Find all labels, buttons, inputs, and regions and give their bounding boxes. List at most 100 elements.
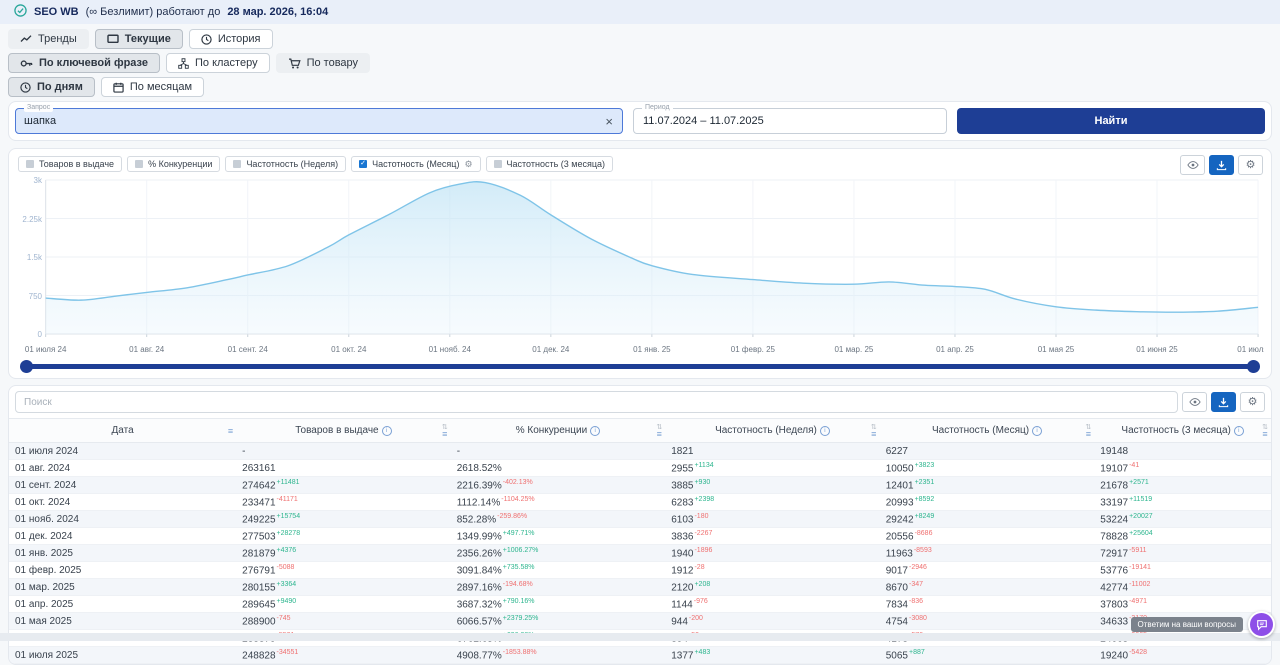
gear-icon[interactable]: ⚙ xyxy=(1238,155,1263,175)
filter-icon[interactable]: ≡ xyxy=(871,431,876,437)
table-row[interactable]: 01 сент. 2024274642+114812216.39%-402.13… xyxy=(9,477,1271,494)
granularity-months[interactable]: По месяцам xyxy=(101,77,204,97)
mode-keyword[interactable]: По ключевой фразе xyxy=(8,53,160,73)
value-cell: 8670-347 xyxy=(880,579,1095,596)
filter-icon[interactable]: ≡ xyxy=(1262,431,1267,437)
delta-value: -41171 xyxy=(277,496,298,503)
date-cell: 01 сент. 2024 xyxy=(9,477,236,494)
filter-icon[interactable]: ≡ xyxy=(442,431,447,437)
column-header-5[interactable]: Частотность (Месяц)i⇅≡ xyxy=(880,419,1095,443)
checked-checkbox-icon[interactable]: ✓ xyxy=(359,160,367,168)
table-search-input[interactable] xyxy=(15,391,1178,413)
info-icon[interactable]: i xyxy=(820,426,830,436)
brand-name: SEO WB xyxy=(34,6,79,18)
table-row[interactable]: 01 мар. 2025280155+33642897.16%-194.68%2… xyxy=(9,579,1271,596)
value-cell: 9017-2946 xyxy=(880,562,1095,579)
query-input[interactable] xyxy=(16,115,596,127)
delta-value: -41 xyxy=(1129,462,1139,469)
delta-value: +3823 xyxy=(915,462,935,469)
clear-query-icon[interactable]: × xyxy=(596,115,622,128)
tab-history[interactable]: История xyxy=(189,29,273,49)
legend-chip-4[interactable]: ✓Частотность (Месяц)⚙ xyxy=(351,156,480,172)
x-axis-tick: 01 июня 25 xyxy=(1136,345,1177,354)
slider-handle-left[interactable] xyxy=(20,360,33,373)
value-cell: 6283+2398 xyxy=(665,494,880,511)
value-cell: 3836-2267 xyxy=(665,528,880,545)
eye-icon[interactable] xyxy=(1180,155,1205,175)
chat-icon[interactable] xyxy=(1248,611,1275,638)
query-field[interactable]: Запрос × xyxy=(15,108,623,134)
value-cell: 3687.32%+790.16% xyxy=(451,596,666,613)
gear-icon[interactable]: ⚙ xyxy=(464,159,472,169)
unchecked-checkbox-icon[interactable] xyxy=(135,160,143,168)
subscription-banner: SEO WB (∞ Безлимит) работают до 28 мар. … xyxy=(0,0,1280,24)
granularity-days[interactable]: По дням xyxy=(8,77,95,97)
tab-trends[interactable]: Тренды xyxy=(8,29,89,49)
column-header-1[interactable]: Дата≡ xyxy=(9,419,236,443)
delta-value: -200 xyxy=(689,615,703,622)
table-row[interactable]: 01 июля 2024--1821622719148 xyxy=(9,443,1271,460)
unchecked-checkbox-icon[interactable] xyxy=(26,160,34,168)
table-row[interactable]: 01 апр. 2025289645+94903687.32%+790.16%1… xyxy=(9,596,1271,613)
button-label: Текущие xyxy=(125,33,171,45)
column-header-2[interactable]: Товаров в выдачеi⇅≡ xyxy=(236,419,451,443)
delta-value: -5911 xyxy=(1129,547,1146,554)
value-cell: 1112.14%-1104.25% xyxy=(451,494,666,511)
legend-chip-5[interactable]: Частотность (3 месяца) xyxy=(486,156,613,172)
range-slider[interactable] xyxy=(22,359,1258,374)
mode-cluster[interactable]: По кластеру xyxy=(166,53,270,73)
legend-chip-3[interactable]: Частотность (Неделя) xyxy=(225,156,346,172)
toolbar-row-1: Тренды Текущие История xyxy=(8,29,1272,49)
table-row[interactable]: 01 июля 2025248828-345514908.77%-1853.88… xyxy=(9,647,1271,664)
info-icon[interactable]: i xyxy=(590,426,600,436)
table-row[interactable]: 01 авг. 20242631612618.52%2955+113410050… xyxy=(9,460,1271,477)
chart-actions: ⚙ xyxy=(1180,155,1263,175)
download-icon[interactable] xyxy=(1211,392,1236,412)
delta-value: +8249 xyxy=(915,513,935,520)
column-header-6[interactable]: Частотность (3 месяца)i⇅≡ xyxy=(1094,419,1271,443)
delta-value: +483 xyxy=(694,649,710,656)
value-cell: 3885+930 xyxy=(665,477,880,494)
table-row[interactable]: 01 янв. 2025281879+43762356.26%+1006.27%… xyxy=(9,545,1271,562)
download-icon[interactable] xyxy=(1209,155,1234,175)
info-icon[interactable]: i xyxy=(382,426,392,436)
tab-current[interactable]: Текущие xyxy=(95,29,183,49)
delta-value: +28278 xyxy=(277,530,301,537)
legend-chip-2[interactable]: % Конкуренции xyxy=(127,156,220,172)
table-toolbar: ⚙ xyxy=(9,391,1271,418)
calendar-icon xyxy=(113,82,124,93)
filter-icon[interactable]: ≡ xyxy=(657,431,662,437)
filter-icon[interactable]: ≡ xyxy=(1086,431,1091,437)
info-icon[interactable]: i xyxy=(1234,426,1244,436)
delta-value: -1104.25% xyxy=(501,496,534,503)
slider-handle-right[interactable] xyxy=(1247,360,1260,373)
table-row[interactable]: 01 дек. 2024277503+282781349.99%+497.71%… xyxy=(9,528,1271,545)
mode-product[interactable]: По товару xyxy=(276,53,370,73)
date-cell: 01 мая 2025 xyxy=(9,613,236,630)
info-icon[interactable]: i xyxy=(1032,426,1042,436)
delta-value: +208 xyxy=(694,581,710,588)
value-cell: 1940-1896 xyxy=(665,545,880,562)
unchecked-checkbox-icon[interactable] xyxy=(233,160,241,168)
legend-chip-1[interactable]: Товаров в выдаче xyxy=(18,156,122,172)
value-cell: - xyxy=(451,443,666,460)
slider-track[interactable] xyxy=(22,364,1258,369)
delta-value: +3364 xyxy=(277,581,297,588)
value-cell: 2897.16%-194.68% xyxy=(451,579,666,596)
table-row[interactable]: 01 февр. 2025276791-50883091.84%+735.58%… xyxy=(9,562,1271,579)
filter-icon[interactable]: ≡ xyxy=(228,428,233,434)
eye-icon[interactable] xyxy=(1182,392,1207,412)
column-header-3[interactable]: % Конкуренцииi⇅≡ xyxy=(451,419,666,443)
value-cell: 2120+208 xyxy=(665,579,880,596)
column-header-4[interactable]: Частотность (Неделя)i⇅≡ xyxy=(665,419,880,443)
table-row[interactable]: 01 окт. 2024233471-411711112.14%-1104.25… xyxy=(9,494,1271,511)
chart-area[interactable]: 3k2.25k1.5k7500 xyxy=(16,174,1264,344)
find-button[interactable]: Найти xyxy=(957,108,1265,134)
table-row[interactable]: 01 мая 2025288900-7456066.57%+2379.25%94… xyxy=(9,613,1271,630)
unchecked-checkbox-icon[interactable] xyxy=(494,160,502,168)
gear-icon[interactable]: ⚙ xyxy=(1240,392,1265,412)
period-field[interactable]: Период 11.07.2024 – 11.07.2025 xyxy=(633,108,947,134)
value-cell: 3091.84%+735.58% xyxy=(451,562,666,579)
table-row[interactable]: 01 нояб. 2024249225+15754852.28%-259.86%… xyxy=(9,511,1271,528)
value-cell: 72917-5911 xyxy=(1094,545,1271,562)
